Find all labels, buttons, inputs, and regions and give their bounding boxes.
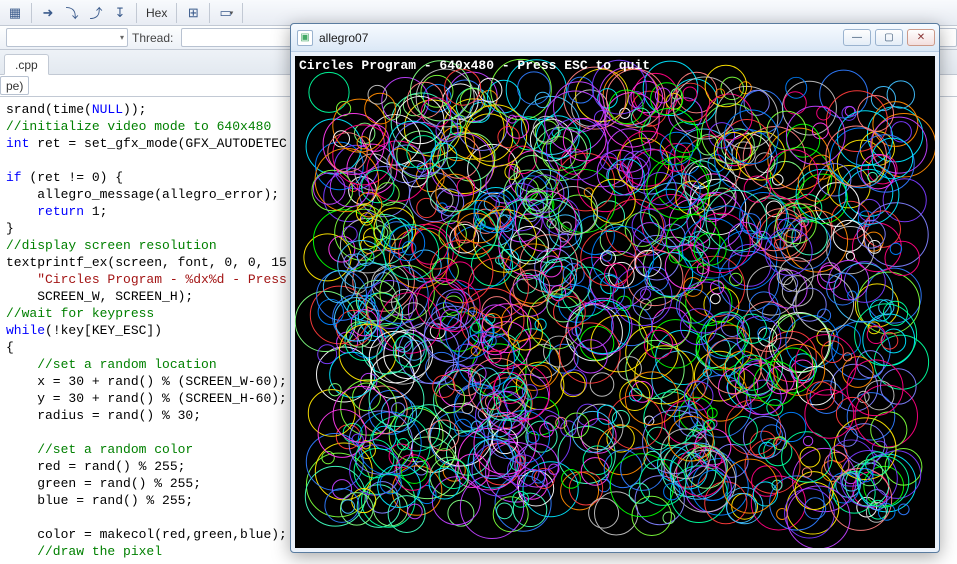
step-button[interactable]: ↧: [109, 2, 131, 24]
toolbar-separator: [136, 3, 137, 23]
code-line: textprintf_ex(screen, font, 0, 0, 15: [6, 255, 287, 270]
maximize-button[interactable]: ▢: [875, 29, 903, 46]
thread-label: Thread:: [132, 31, 173, 45]
code-line: //initialize video mode to 640x480: [6, 119, 271, 134]
toolbar-separator: [176, 3, 177, 23]
code-line: //display screen resolution: [6, 238, 217, 253]
scope-combo[interactable]: pe): [0, 76, 29, 95]
step-into-button[interactable]: ➜: [37, 2, 59, 24]
file-tab[interactable]: .cpp: [4, 54, 49, 75]
toolbar-separator: [242, 3, 243, 23]
toolbar-dropdown-button[interactable]: ▭▾: [215, 2, 237, 24]
allegro-canvas: Circles Program - 640x480 - Press ESC to…: [295, 56, 935, 548]
step-over-button[interactable]: ⤵: [61, 2, 83, 24]
code-line: //set a random color: [6, 442, 193, 457]
code-line: blue = rand() % 255;: [6, 493, 193, 508]
close-button[interactable]: ✕: [907, 29, 935, 46]
step-out-button[interactable]: ⤴: [85, 2, 107, 24]
hex-toggle-label[interactable]: Hex: [142, 6, 171, 20]
toolbar-button[interactable]: ▦: [4, 2, 26, 24]
window-title: allegro07: [319, 31, 837, 45]
title-bar[interactable]: ▣ allegro07 — ▢ ✕: [291, 24, 939, 52]
code-line: while(!key[KEY_ESC]): [6, 323, 162, 338]
canvas-banner-text: Circles Program - 640x480 - Press ESC to…: [299, 58, 650, 73]
code-line: radius = rand() % 30;: [6, 408, 201, 423]
toolbar-separator: [31, 3, 32, 23]
window-buttons: — ▢ ✕: [843, 29, 935, 46]
code-line: if (ret != 0) {: [6, 170, 123, 185]
code-line: {: [6, 340, 14, 355]
circles-graphic: [295, 56, 935, 548]
code-line: allegro_message(allegro_error);: [6, 187, 279, 202]
code-line: red = rand() % 255;: [6, 459, 185, 474]
app-icon: ▣: [297, 30, 313, 46]
process-combo[interactable]: ▾: [6, 28, 128, 47]
code-line: green = rand() % 255;: [6, 476, 201, 491]
code-line: x = 30 + rand() % (SCREEN_W-60);: [6, 374, 287, 389]
code-line: color = makecol(red,green,blue);: [6, 527, 287, 542]
code-line: srand(time(NULL));: [6, 102, 146, 117]
code-line: int ret = set_gfx_mode(GFX_AUTODETEC: [6, 136, 287, 151]
code-line: "Circles Program - %dx%d - Press: [6, 272, 287, 287]
code-line: //draw the pixel: [6, 544, 162, 559]
code-line: SCREEN_W, SCREEN_H);: [6, 289, 193, 304]
toolbar-separator: [209, 3, 210, 23]
code-line: }: [6, 221, 14, 236]
code-line: //wait for keypress: [6, 306, 154, 321]
toolbar-button[interactable]: ⊞: [182, 2, 204, 24]
code-line: return 1;: [6, 204, 107, 219]
code-line: y = 30 + rand() % (SCREEN_H-60);: [6, 391, 287, 406]
minimize-button[interactable]: —: [843, 29, 871, 46]
code-line: //set a random location: [6, 357, 217, 372]
allegro-output-window[interactable]: ▣ allegro07 — ▢ ✕ Circles Program - 640x…: [290, 23, 940, 553]
